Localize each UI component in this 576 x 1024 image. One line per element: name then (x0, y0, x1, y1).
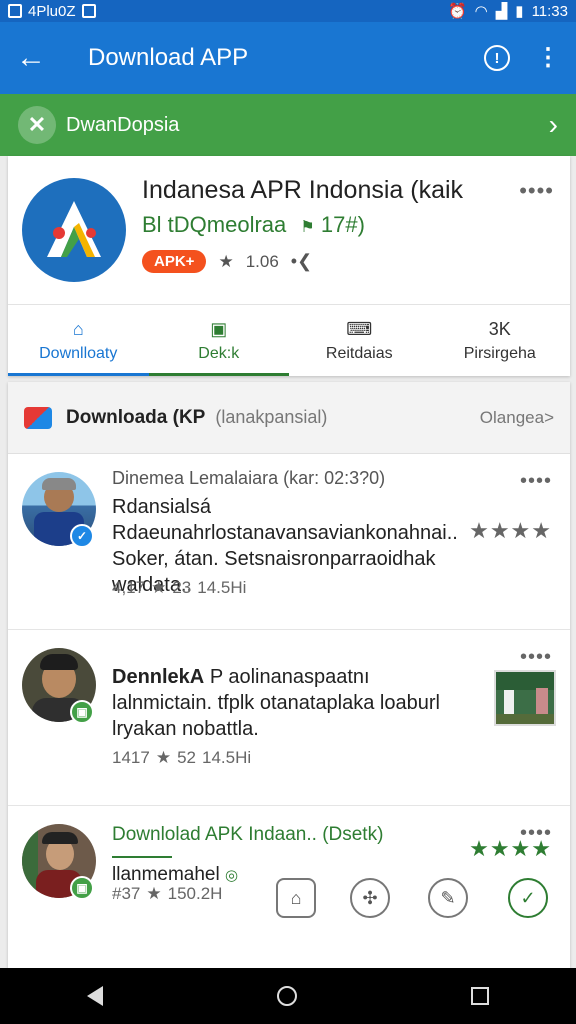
star-icon: ★ (155, 748, 172, 767)
system-nav-bar (0, 968, 576, 1024)
tab-details[interactable]: ▣ Dek:k (148, 305, 290, 376)
tab-reviews[interactable]: ⌨ Reitdaias (289, 305, 430, 376)
status-left: 4Plu0Z (8, 3, 96, 20)
stat-value: 14.5Hi (202, 748, 252, 767)
stat-value: 23 (172, 578, 192, 597)
tab-count: 3K (488, 318, 511, 339)
more-vert-icon[interactable]: ⋮ (536, 46, 560, 70)
nav-back-icon[interactable] (87, 986, 103, 1006)
list-title: Downloada (KP (66, 406, 206, 428)
page-title: Download APP (88, 44, 249, 71)
tab-download[interactable]: ⌂ Downlloaty (8, 305, 149, 376)
nav-recent-icon[interactable] (471, 987, 489, 1005)
pin-icon[interactable]: ✣ (350, 878, 390, 918)
info-icon[interactable]: ! (484, 45, 510, 71)
notification-icon (8, 4, 22, 18)
app-card: Indanesa APR Indonsia (kaik Bl tDQmeolra… (8, 156, 570, 376)
list-header: Downloada (KP (lanakpansial) Olangea> (8, 382, 570, 454)
app-more-icon[interactable]: •••• (519, 178, 554, 204)
banner-label: DwanDopsia (66, 113, 180, 136)
app-rating: 1.06 (245, 251, 279, 271)
post-body: DennlekA P aolinanaspaatnı lalnmictain. … (112, 664, 472, 742)
status-bar: 4Plu0Z ⏰ ◠ ▟ ▮ 11:33 (0, 0, 576, 22)
post-header: Dinemea Lemalaiara (kar: 02:3?0) (112, 468, 386, 488)
post-subtitle: llanmemahel ◎ (112, 856, 238, 886)
tab-permissions[interactable]: 3K Pirsirgeha (430, 305, 571, 376)
post-thumbnail[interactable] (494, 670, 556, 726)
wifi-icon: ◠ (474, 3, 488, 20)
app-meta: APK+ ★ 1.06 •❮ (142, 250, 312, 273)
edit-icon[interactable]: ✎ (428, 878, 468, 918)
post-title[interactable]: Downlolad APK Indaan.. (Dsetk) (112, 824, 383, 846)
stat-value: 150.2H (167, 884, 223, 903)
download-list: Downloada (KP (lanakpansial) Olangea> ✓ … (8, 382, 570, 968)
list-item[interactable]: ✓ Dinemea Lemalaiara (kar: 02:3?0) •••• … (8, 454, 570, 630)
clock-icon: ◎ (225, 867, 239, 884)
verified-badge-icon: ▣ (70, 876, 94, 900)
tab-label: Dek:k (198, 344, 240, 362)
chevron-right-icon[interactable]: › (549, 109, 558, 141)
home-icon: ⌂ (72, 318, 84, 339)
arrow-left-icon[interactable]: ← (16, 43, 64, 73)
star-icon: ★ (146, 884, 162, 903)
app-logo-mark-icon (47, 201, 101, 257)
rating-stars: ★★★★ (469, 836, 552, 861)
tab-label: Pirsirgeha (463, 344, 536, 362)
star-icon: ★ (151, 578, 167, 597)
share-icon[interactable]: •❮ (291, 251, 312, 272)
battery-icon: ▮ (515, 3, 524, 20)
post-stats: #37 ★ 150.2H (112, 884, 222, 904)
verified-badge-icon: ▣ (70, 700, 94, 724)
list-subtitle: (lanakpansial) (215, 407, 328, 427)
more-icon[interactable]: •••• (520, 646, 552, 669)
verified-badge-icon: ✓ (70, 524, 94, 548)
check-icon[interactable]: ✓ (508, 878, 548, 918)
keyboard-icon: ⌨ (346, 318, 373, 339)
stat-value: #37 (112, 884, 141, 903)
list-header-action[interactable]: Olangea> (480, 408, 554, 428)
stat-value: 4,17 (112, 578, 146, 597)
post-stats: 4,17 ★ 23 14.5Hi (112, 578, 246, 598)
post-author: DennlekA (112, 666, 205, 688)
status-time: 11:33 (531, 2, 568, 20)
image-icon: ▣ (210, 318, 228, 339)
bookmark-icon[interactable]: ⌂ (276, 878, 316, 918)
flag-icon: ⚑ (300, 219, 315, 236)
status-right: ⏰ ◠ ▟ ▮ 11:33 (447, 2, 568, 21)
rating-stars: ★★★★ (469, 518, 552, 543)
divider (112, 856, 172, 858)
post-subtitle-text: llanmemahel (112, 864, 220, 885)
alarm-icon: ⏰ (447, 3, 467, 20)
app-bar: ← Download APP ! ⋮ (0, 22, 576, 94)
list-item[interactable]: ▣ •••• DennlekA P aolinanaspaatnı lalnmi… (8, 630, 570, 806)
status-left-text: 4Plu0Z (28, 2, 76, 20)
stat-value: 52 (177, 748, 196, 767)
stat-value: 14.5Hi (197, 578, 247, 597)
close-x-icon: ✕ (18, 106, 56, 144)
nav-home-icon[interactable] (277, 986, 297, 1006)
app-developer[interactable]: Bl tDQmeolraa ⚑ 17#) (142, 212, 365, 238)
category-banner[interactable]: ✕ DwanDopsia › (0, 94, 576, 156)
app-bar-actions: ! ⋮ (484, 45, 560, 71)
tab-label: Downlloaty (39, 344, 118, 362)
apk-badge[interactable]: APK+ (142, 250, 207, 273)
notification-icon-2 (81, 4, 96, 18)
app-store-icon (24, 406, 52, 429)
list-item[interactable]: ▣ •••• Downlolad APK Indaan.. (Dsetk) ll… (8, 806, 570, 968)
stat-value: 1417 (112, 748, 150, 767)
app-title: Indanesa APR Indonsia (kaik (142, 176, 464, 204)
star-icon: ★ (218, 251, 234, 271)
post-stats: 1417 ★ 52 14.5Hi (112, 748, 251, 768)
app-tabs: ⌂ Downlloaty ▣ Dek:k ⌨ Reitdaias 3K Pirs… (8, 304, 570, 376)
flag-text: 17#) (320, 212, 365, 237)
signal-icon: ▟ (495, 3, 508, 20)
developer-name: Bl tDQmeolraa (142, 212, 287, 237)
more-icon[interactable]: •••• (520, 470, 552, 493)
tab-label: Reitdaias (325, 344, 393, 362)
app-logo (22, 178, 126, 282)
